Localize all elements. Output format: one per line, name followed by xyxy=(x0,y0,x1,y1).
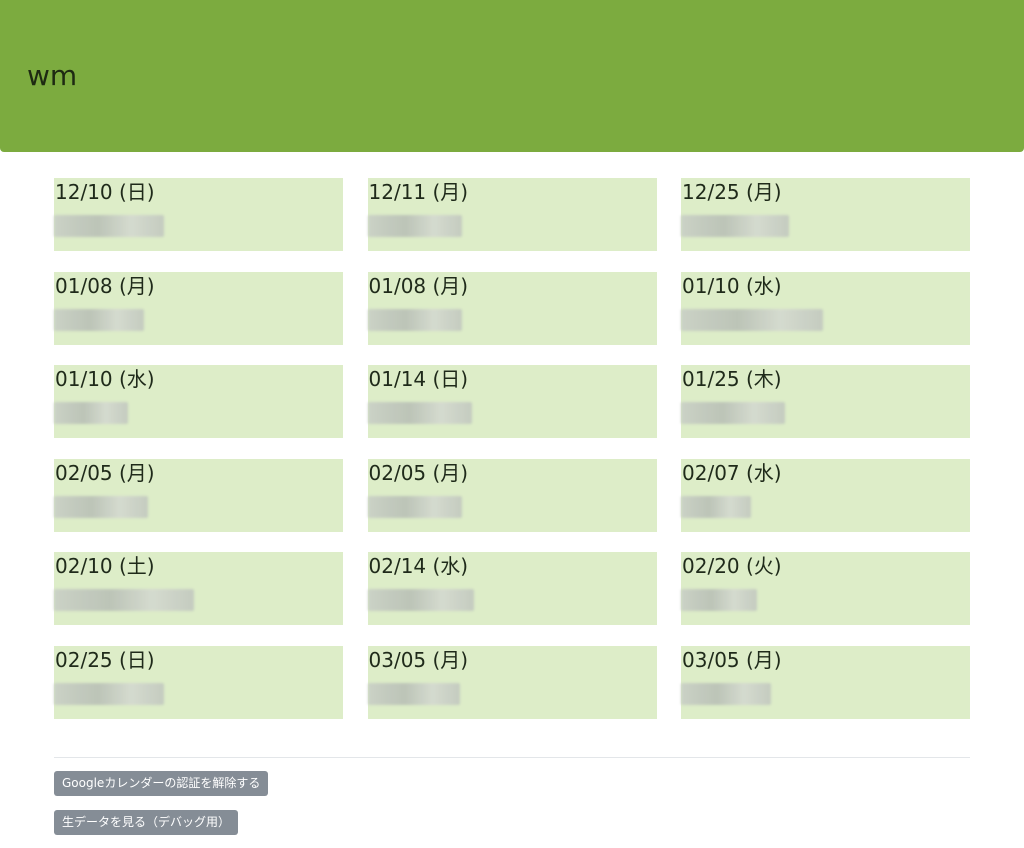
event-title-redacted xyxy=(367,682,460,705)
event-card[interactable]: 02/14 (水) xyxy=(367,552,657,625)
event-date: 02/07 (水) xyxy=(682,460,782,485)
event-title-redacted xyxy=(681,308,823,331)
event-date: 03/05 (月) xyxy=(368,647,469,672)
event-title-redacted xyxy=(54,589,194,611)
event-date: 02/20 (火) xyxy=(682,554,782,578)
event-date: 01/14 (日) xyxy=(368,367,469,391)
event-date: 02/14 (水) xyxy=(368,554,469,578)
divider xyxy=(54,757,970,758)
event-title-redacted xyxy=(54,682,164,705)
event-title-redacted xyxy=(367,495,462,518)
event-title-redacted xyxy=(367,402,472,424)
event-date: 02/05 (月) xyxy=(55,460,155,485)
event-card[interactable]: 02/20 (火) xyxy=(681,552,970,625)
view-raw-data-button[interactable]: 生データを見る（デバッグ用） xyxy=(54,810,239,835)
event-date: 01/10 (水) xyxy=(682,273,782,298)
event-card[interactable]: 02/05 (月) xyxy=(367,458,657,532)
event-card[interactable]: 03/05 (月) xyxy=(681,645,970,719)
event-title-redacted xyxy=(367,308,462,331)
event-title-redacted xyxy=(681,215,789,237)
event-title-redacted xyxy=(54,215,164,237)
event-title-redacted xyxy=(681,589,757,611)
event-date: 12/10 (日) xyxy=(55,180,155,204)
event-card[interactable]: 02/05 (月) xyxy=(54,458,343,532)
event-date: 01/08 (月) xyxy=(368,273,469,298)
event-card[interactable]: 03/05 (月) xyxy=(367,645,657,719)
event-title-redacted xyxy=(367,589,474,611)
event-title-redacted xyxy=(681,682,771,705)
event-title-redacted xyxy=(681,495,751,518)
event-date: 03/05 (月) xyxy=(682,647,782,672)
event-card[interactable]: 02/07 (水) xyxy=(681,458,970,532)
event-card[interactable]: 12/10 (日) xyxy=(54,178,343,251)
event-card[interactable]: 01/10 (水) xyxy=(681,271,970,345)
event-date: 12/25 (月) xyxy=(682,180,782,204)
event-title-redacted xyxy=(681,402,785,424)
event-date: 12/11 (月) xyxy=(368,180,469,204)
event-date: 01/10 (水) xyxy=(55,367,155,391)
event-date: 01/08 (月) xyxy=(55,273,155,298)
event-date: 02/25 (日) xyxy=(55,647,155,672)
event-card[interactable]: 12/25 (月) xyxy=(681,178,970,251)
event-card[interactable]: 02/25 (日) xyxy=(54,645,343,719)
event-date: 02/05 (月) xyxy=(368,460,469,485)
event-title-redacted xyxy=(367,215,462,237)
event-card[interactable]: 01/08 (月) xyxy=(54,271,343,345)
revoke-google-auth-button[interactable]: Googleカレンダーの認証を解除する xyxy=(54,771,269,796)
event-grid: 12/10 (日) 12/11 (月) 12/25 (月) 01/08 (月) 01/0… xyxy=(54,178,970,719)
event-date: 02/10 (土) xyxy=(55,554,155,578)
event-card[interactable]: 01/14 (日) xyxy=(367,365,657,438)
event-title-redacted xyxy=(54,495,148,518)
event-date: 01/25 (木) xyxy=(682,367,782,391)
event-card[interactable]: 01/10 (水) xyxy=(54,365,343,438)
event-card[interactable]: 12/11 (月) xyxy=(367,178,657,251)
event-card[interactable]: 01/25 (木) xyxy=(681,365,970,438)
app-header: wm xyxy=(0,0,1024,152)
event-card[interactable]: 01/08 (月) xyxy=(367,271,657,345)
event-card[interactable]: 02/10 (土) xyxy=(54,552,343,625)
event-title-redacted xyxy=(54,402,128,424)
event-title-redacted xyxy=(54,308,144,331)
page-title: wm xyxy=(27,59,78,92)
